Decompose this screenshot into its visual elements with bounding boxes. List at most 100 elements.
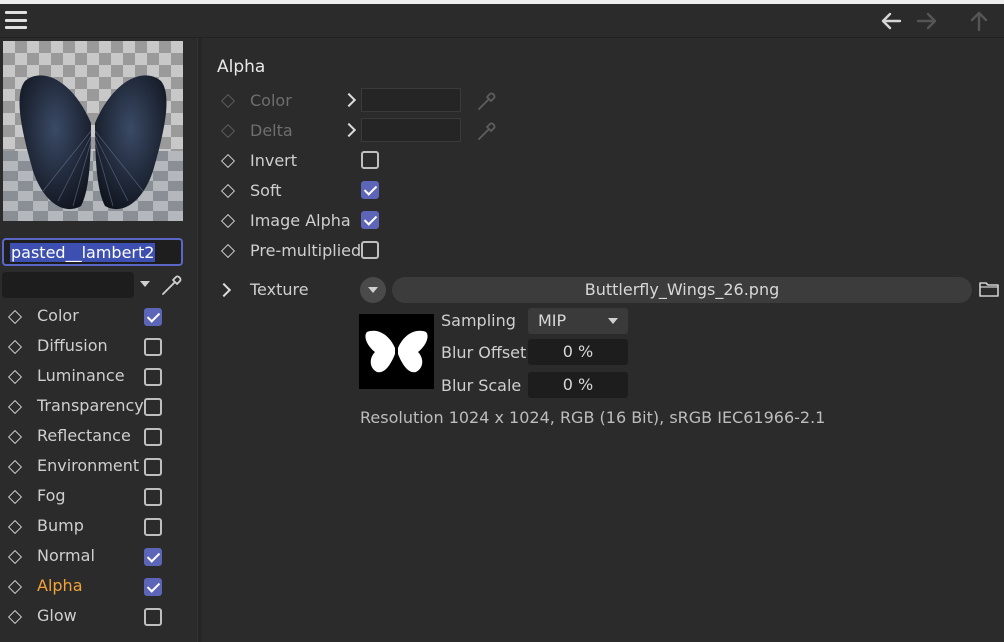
material-preview[interactable] (3, 41, 183, 221)
channel-checkbox[interactable] (144, 338, 162, 356)
image-alpha-checkbox[interactable] (361, 211, 379, 229)
param-label: Color (250, 91, 292, 110)
channel-label: Normal (37, 546, 95, 565)
blur-scale-field[interactable]: 0 % (528, 372, 628, 398)
keyframe-diamond-icon[interactable] (220, 93, 236, 109)
param-label: Image Alpha (250, 211, 351, 230)
texture-thumbnail[interactable] (359, 314, 434, 389)
section-title: Alpha (217, 57, 266, 77)
channel-checkbox[interactable] (144, 458, 162, 476)
channel-label: Glow (37, 606, 77, 625)
chevron-right-icon[interactable] (216, 282, 232, 298)
blur-offset-label: Blur Offset (441, 343, 527, 362)
param-row-image-alpha: Image Alpha (203, 208, 1004, 238)
eyedropper-icon[interactable] (475, 87, 499, 113)
chevron-down-icon[interactable] (140, 281, 150, 287)
channel-checkbox[interactable] (144, 608, 162, 626)
top-toolbar (0, 0, 1004, 38)
sampling-value: MIP (538, 311, 567, 330)
delta-swatch[interactable] (361, 118, 461, 142)
param-row-color: Color (203, 88, 1004, 118)
invert-checkbox[interactable] (361, 151, 379, 169)
keyframe-diamond-icon[interactable] (220, 243, 236, 259)
channel-row-bump[interactable]: Bump (0, 512, 196, 542)
keyframe-diamond-icon[interactable] (220, 213, 236, 229)
channel-row-normal[interactable]: Normal (0, 542, 196, 572)
keyframe-diamond-icon[interactable] (220, 123, 236, 139)
channel-checkbox[interactable] (144, 368, 162, 386)
sampling-label: Sampling (441, 311, 516, 330)
arrow-right-icon[interactable] (914, 8, 940, 34)
attributes-panel: Alpha Color Delta Invert Soft Image Alph… (203, 38, 1004, 642)
channel-checkbox[interactable] (144, 548, 162, 566)
chevron-right-icon[interactable] (341, 122, 357, 138)
channel-row-alpha[interactable]: Alpha (0, 572, 196, 602)
keyframe-diamond-icon[interactable] (7, 579, 23, 595)
arrow-up-icon[interactable] (966, 8, 992, 34)
param-label: Invert (250, 151, 298, 170)
keyframe-diamond-icon[interactable] (7, 519, 23, 535)
param-row-premultiplied: Pre-multiplied (203, 238, 1004, 268)
channel-search-input[interactable] (2, 272, 134, 298)
channel-label: Transparency (37, 396, 144, 415)
chevron-down-icon (608, 318, 618, 324)
material-name-field[interactable]: pasted__lambert2 (2, 238, 183, 266)
param-row-delta: Delta (203, 118, 1004, 148)
channel-label: Diffusion (37, 336, 108, 355)
blur-offset-field[interactable]: 0 % (528, 339, 628, 365)
channel-row-glow[interactable]: Glow (0, 602, 196, 632)
channel-checkbox[interactable] (144, 308, 162, 326)
hamburger-menu-icon[interactable] (5, 11, 27, 29)
keyframe-diamond-icon[interactable] (7, 609, 23, 625)
channel-label: Environment (37, 456, 140, 475)
texture-menu-button[interactable] (360, 277, 386, 303)
channel-label: Fog (37, 486, 66, 505)
channel-label: Bump (37, 516, 84, 535)
arrow-left-icon[interactable] (878, 8, 904, 34)
param-label: Texture (250, 280, 309, 299)
channel-checkbox[interactable] (144, 578, 162, 596)
channel-checkbox[interactable] (144, 488, 162, 506)
keyframe-diamond-icon[interactable] (220, 153, 236, 169)
keyframe-diamond-icon[interactable] (7, 549, 23, 565)
eyedropper-icon[interactable] (475, 117, 499, 143)
material-sidebar: pasted__lambert2 Color Diffusion Luminan… (0, 38, 196, 642)
channel-row-diffusion[interactable]: Diffusion (0, 332, 196, 362)
channel-row-color[interactable]: Color (0, 302, 196, 332)
keyframe-diamond-icon[interactable] (7, 459, 23, 475)
channel-row-fog[interactable]: Fog (0, 482, 196, 512)
channel-label: Alpha (37, 576, 83, 595)
premultiplied-checkbox[interactable] (361, 241, 379, 259)
folder-icon[interactable] (978, 280, 1000, 298)
sampling-dropdown[interactable]: MIP (528, 308, 628, 334)
channel-label: Luminance (37, 366, 125, 385)
keyframe-diamond-icon[interactable] (7, 429, 23, 445)
keyframe-diamond-icon[interactable] (220, 183, 236, 199)
soft-checkbox[interactable] (361, 181, 379, 199)
channel-row-environment[interactable]: Environment (0, 452, 196, 482)
keyframe-diamond-icon[interactable] (7, 309, 23, 325)
channel-row-reflectance[interactable]: Reflectance (0, 422, 196, 452)
chevron-right-icon[interactable] (341, 92, 357, 108)
channel-checkbox[interactable] (144, 398, 162, 416)
channel-checkbox[interactable] (144, 428, 162, 446)
keyframe-diamond-icon[interactable] (7, 339, 23, 355)
color-swatch[interactable] (361, 88, 461, 112)
keyframe-diamond-icon[interactable] (7, 369, 23, 385)
param-row-texture: Texture Buttlerfly_Wings_26.png (203, 276, 1004, 306)
keyframe-diamond-icon[interactable] (7, 399, 23, 415)
resolution-info: Resolution 1024 x 1024, RGB (16 Bit), sR… (360, 408, 826, 427)
channel-row-luminance[interactable]: Luminance (0, 362, 196, 392)
texture-file-field[interactable]: Buttlerfly_Wings_26.png (392, 277, 972, 303)
channel-search-row (2, 272, 192, 300)
panel-splitter[interactable] (197, 38, 202, 642)
param-label: Pre-multiplied (250, 241, 362, 260)
param-row-invert: Invert (203, 148, 1004, 178)
eyedropper-icon[interactable] (159, 272, 185, 298)
channel-row-transparency[interactable]: Transparency (0, 392, 196, 422)
keyframe-diamond-icon[interactable] (7, 489, 23, 505)
channel-label: Color (37, 306, 79, 325)
material-name-text: pasted__lambert2 (10, 243, 156, 262)
channel-checkbox[interactable] (144, 518, 162, 536)
param-row-soft: Soft (203, 178, 1004, 208)
